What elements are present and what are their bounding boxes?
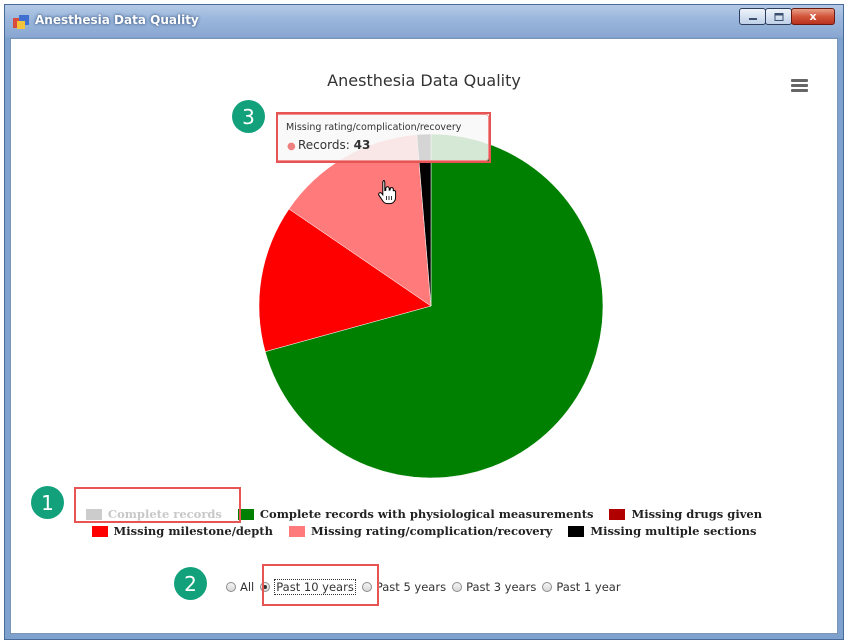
radio-past-1-year[interactable]: Past 1 year <box>542 580 621 594</box>
legend-swatch <box>91 525 108 537</box>
chart-panel: Anesthesia Data Quality Missing rating/c… <box>10 38 838 634</box>
minimize-icon <box>748 17 757 20</box>
radio-past-3-years[interactable]: Past 3 years <box>452 580 536 594</box>
legend-label: Complete records with physiological meas… <box>259 507 594 521</box>
legend-swatch <box>288 525 305 537</box>
callout-badge-3: 3 <box>232 100 265 133</box>
callout-badge-1: 1 <box>31 486 64 519</box>
radio-button[interactable] <box>452 582 463 592</box>
radio-label: Past 1 year <box>556 580 621 594</box>
app-icon <box>13 15 29 29</box>
legend-label: Missing milestone/depth <box>113 524 273 538</box>
legend-swatch <box>568 525 585 537</box>
legend-item-missing-multiple[interactable]: Missing multiple sections <box>568 524 756 538</box>
radio-label: All <box>240 580 255 594</box>
radio-all[interactable]: All <box>226 580 254 594</box>
chart-title: Anesthesia Data Quality <box>327 71 521 90</box>
close-icon: x <box>809 10 817 23</box>
legend-item-missing-drugs[interactable]: Missing drugs given <box>609 507 762 521</box>
legend-label: Missing drugs given <box>631 507 763 521</box>
legend-item-complete-with-physiological[interactable]: Complete records with physiological meas… <box>237 507 594 521</box>
legend-swatch <box>609 508 626 520</box>
maximize-icon <box>774 12 783 21</box>
pie-chart <box>258 133 604 479</box>
legend-label: Missing multiple sections <box>590 524 757 538</box>
chart-legend-row-2: Missing milestone/depth Missing rating/c… <box>11 524 837 538</box>
highlight-box-tooltip <box>276 112 491 163</box>
app-window: Anesthesia Data Quality x Anesthesia Dat… <box>4 4 844 640</box>
highlight-box-legend <box>74 487 241 523</box>
maximize-button[interactable] <box>765 8 792 25</box>
radio-label: Past 5 years <box>375 580 447 594</box>
callout-badge-2: 2 <box>174 567 207 600</box>
hamburger-menu-icon[interactable] <box>791 79 808 92</box>
radio-button[interactable] <box>542 582 553 592</box>
legend-item-missing-rating[interactable]: Missing rating/complication/recovery <box>288 524 553 538</box>
window-controls: x <box>739 8 835 25</box>
title-bar[interactable]: Anesthesia Data Quality x <box>5 5 843 37</box>
legend-label: Missing rating/complication/recovery <box>310 524 553 538</box>
minimize-button[interactable] <box>739 8 766 25</box>
radio-label: Past 3 years <box>466 580 537 594</box>
highlight-box-radio <box>262 564 379 606</box>
window-title: Anesthesia Data Quality <box>35 13 199 27</box>
radio-button[interactable] <box>226 582 236 592</box>
close-button[interactable]: x <box>791 8 835 25</box>
hand-pointer-icon <box>378 180 397 205</box>
legend-item-missing-milestone[interactable]: Missing milestone/depth <box>91 524 273 538</box>
